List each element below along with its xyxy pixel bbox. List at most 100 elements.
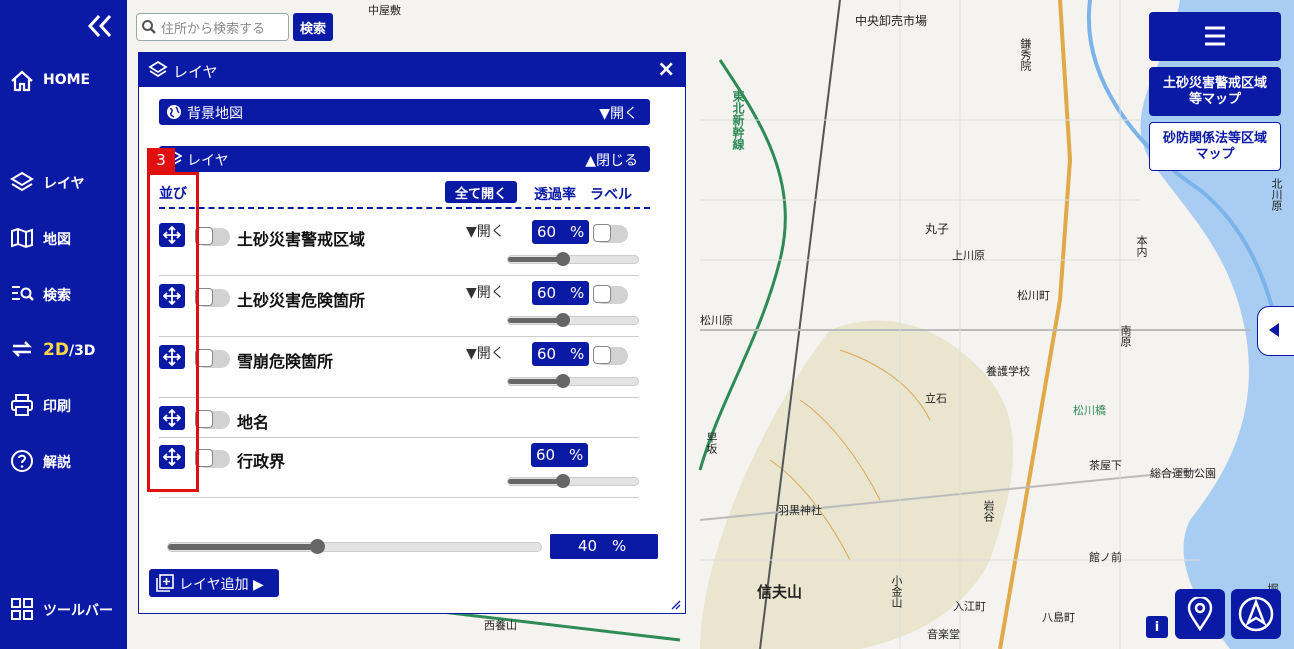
layer-close-toggle[interactable]: ▲閉じる [585,150,638,170]
opacity-unit: % [570,284,585,302]
opacity-value[interactable]: 60% [531,443,588,467]
row-divider [159,397,639,398]
collapse-sidebar-icon[interactable] [86,12,114,40]
search-box [136,13,289,41]
basemap-bar[interactable]: 背景地図 ▼開く [159,99,650,125]
address-search-input[interactable] [159,17,289,39]
label-toggle[interactable] [593,285,628,304]
sidebar-item-label: 検索 [43,288,71,304]
slider-fill [508,379,563,384]
panel-title: レイヤ [173,63,218,81]
layer-name: 地名 [237,413,270,432]
map-label: 本内 [1135,235,1148,257]
map-label: 総合運動公園 [1150,467,1216,480]
current-location-button[interactable] [1175,589,1225,639]
opacity-slider[interactable] [507,474,639,488]
globe-icon [167,105,181,119]
layer-open-link[interactable]: ▼開く [466,221,505,241]
global-opacity-slider[interactable] [167,539,542,554]
info-icon[interactable]: i [1146,616,1168,638]
slider-fill [508,257,563,262]
layer-name: 土砂災害警戒区域 [237,230,366,249]
map-label: 松川町 [1017,289,1050,302]
map-label: 羽黒神社 [778,504,822,517]
opacity-number: 60 [536,446,556,464]
right-panel-toggle[interactable] [1257,306,1294,356]
sidebar-item-map[interactable]: 地図 [0,218,127,258]
sidebar-item-label: ツールバー [43,603,113,619]
north-arrow-button[interactable] [1231,589,1281,639]
layer-visibility-toggle[interactable] [195,349,230,368]
opacity-value[interactable]: 60% [532,281,589,305]
mode-3d-label: /3D [68,343,96,359]
layer-name: 雪崩危険箇所 [237,352,334,371]
slider-knob[interactable] [310,539,326,554]
search-button[interactable]: 検索 [293,13,333,41]
map-label: 中央卸売市場 [855,14,928,28]
slider-knob[interactable] [555,252,570,266]
opacity-number: 40 [578,537,598,555]
slider-knob[interactable] [555,374,570,388]
sidebar-item-layer[interactable]: レイヤ [0,162,127,202]
layer-visibility-toggle[interactable] [195,288,230,307]
sidebar-item-home[interactable]: HOME [0,61,127,101]
map-label: 入江町 [953,600,986,613]
menu-button[interactable] [1149,12,1281,61]
layer-open-link[interactable]: ▼開く [466,343,505,363]
layer-visibility-toggle[interactable] [195,410,230,429]
basemap-open-toggle[interactable]: ▼開く [599,103,638,123]
opacity-slider[interactable] [507,252,639,266]
opacity-unit: % [612,537,627,555]
opacity-slider[interactable] [507,374,639,388]
opacity-value[interactable]: 60% [532,342,589,366]
sidebar-item-search[interactable]: 検索 [0,274,127,314]
sidebar-item-label: 印刷 [43,399,71,415]
map-label: 松川橋 [1073,404,1106,417]
location-pin-icon [1187,597,1213,631]
layer-visibility-toggle[interactable] [195,449,230,468]
layer-open-link[interactable]: ▼開く [466,282,505,302]
layer-bar[interactable]: レイヤ ▲閉じる [159,146,650,172]
map-label: 北川原 [1270,178,1283,211]
slider-knob[interactable] [555,474,570,488]
map-label: 東北新幹線 [731,90,745,150]
layer-visibility-toggle[interactable] [195,227,230,246]
divider [159,207,650,209]
map-label: 八島町 [1042,611,1075,624]
map-label: 松川原 [700,314,733,327]
slider-knob[interactable] [555,313,570,327]
map-label: 中屋敷 [368,4,401,17]
layer-name: 行政界 [237,452,286,471]
layer-panel-header: レイヤ × [139,53,685,87]
close-icon[interactable]: × [657,57,675,82]
opacity-value[interactable]: 60% [532,220,589,244]
sabo-law-map-button[interactable]: 砂防関係法等区域マップ [1149,122,1281,171]
map-label: 茶屋下 [1089,459,1122,472]
sidebar-item-label: 地図 [43,232,71,248]
sidebar-item-help[interactable]: 解説 [0,441,127,481]
label-header: ラベル [590,187,632,203]
label-toggle[interactable] [593,224,628,243]
home-icon [10,69,34,93]
expand-all-button[interactable]: 全て開く [445,181,517,203]
global-opacity-value[interactable]: 40 % [550,534,658,559]
map-label: 丸子 [925,222,950,236]
row-divider [159,437,639,438]
help-icon [10,449,34,473]
map-label: 鎌秀院 [1019,38,1032,71]
sediment-warning-map-button[interactable]: 土砂災害警戒区域等マップ [1149,67,1281,116]
opacity-slider[interactable] [507,313,639,327]
mode-2d-label: 2D [43,340,69,360]
sidebar-item-print[interactable]: 印刷 [0,385,127,425]
sidebar-item-label: レイヤ [43,176,85,192]
map-icon [10,226,34,250]
sidebar-item-2d3d[interactable]: 2D/3D [0,329,127,369]
map-label: 信夫山 [757,583,803,601]
slider-fill [508,479,563,484]
layer-bar-label: レイヤ [187,153,229,169]
sidebar-item-toolbar[interactable]: ツールバー [0,589,127,629]
add-layer-button[interactable]: レイヤ追加 ▶ [149,569,279,597]
resize-handle-icon[interactable] [669,598,681,610]
search-list-icon [10,282,34,306]
label-toggle[interactable] [593,346,628,365]
